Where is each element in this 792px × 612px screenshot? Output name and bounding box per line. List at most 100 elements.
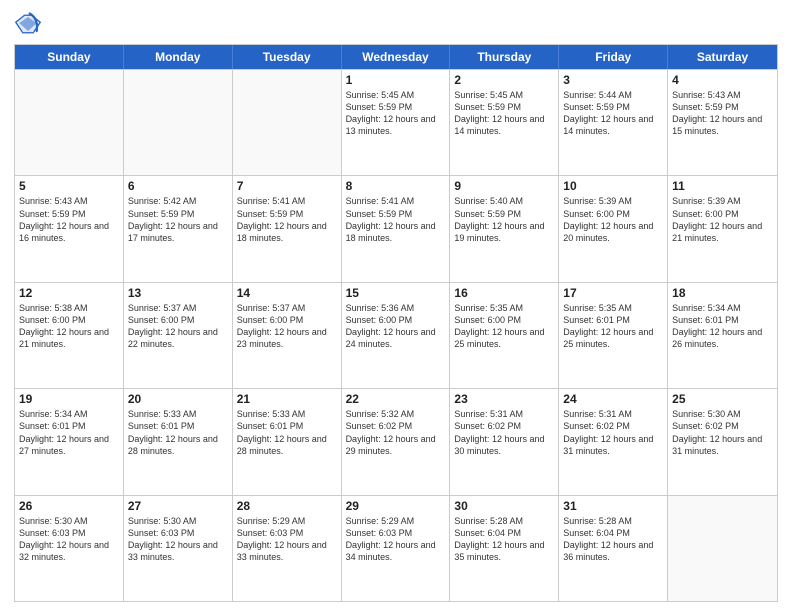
day-number: 16 (454, 286, 554, 300)
cell-info: Sunrise: 5:29 AMSunset: 6:03 PMDaylight:… (346, 515, 446, 564)
day-cell-11: 11Sunrise: 5:39 AMSunset: 6:00 PMDayligh… (668, 176, 777, 281)
day-cell-4: 4 Sunrise: 5:43 AMSunset: 5:59 PMDaylight… (668, 70, 777, 175)
day-cell-3: 3 Sunrise: 5:44 AMSunset: 5:59 PMDaylight… (559, 70, 668, 175)
day-header-wednesday: Wednesday (342, 45, 451, 69)
day-number: 11 (672, 179, 773, 193)
day-cell-25: 25 Sunrise: 5:30 AMSunset: 6:02 PMDayligh… (668, 389, 777, 494)
day-number: 28 (237, 499, 337, 513)
logo-icon (14, 10, 42, 38)
cell-info: Sunrise: 5:32 AMSunset: 6:02 PMDaylight:… (346, 408, 446, 457)
day-number: 1 (346, 73, 446, 87)
day-cell-10: 10 Sunrise: 5:39 AMSunset: 6:00 PMDayligh… (559, 176, 668, 281)
calendar: SundayMondayTuesdayWednesdayThursdayFrid… (14, 44, 778, 602)
day-cell-31: 31 Sunrise: 5:28 AMSunset: 6:04 PMDayligh… (559, 496, 668, 601)
calendar-week-2: 5Sunrise: 5:43 AMSunset: 5:59 PMDaylight… (15, 175, 777, 281)
cell-info: Sunrise: 5:34 AMSunset: 6:01 PMDaylight:… (19, 408, 119, 457)
day-number: 31 (563, 499, 663, 513)
day-cell-19: 19 Sunrise: 5:34 AMSunset: 6:01 PMDayligh… (15, 389, 124, 494)
day-cell-16: 16 Sunrise: 5:35 AMSunset: 6:00 PMDayligh… (450, 283, 559, 388)
day-number: 15 (346, 286, 446, 300)
day-number: 9 (454, 179, 554, 193)
day-cell-8: 8Sunrise: 5:41 AMSunset: 5:59 PMDaylight… (342, 176, 451, 281)
cell-info: Sunrise: 5:43 AMSunset: 5:59 PMDaylight:… (19, 195, 119, 244)
day-number: 29 (346, 499, 446, 513)
calendar-week-3: 12 Sunrise: 5:38 AMSunset: 6:00 PMDayligh… (15, 282, 777, 388)
day-number: 10 (563, 179, 663, 193)
cell-info: Sunrise: 5:35 AMSunset: 6:00 PMDaylight:… (454, 302, 554, 351)
cell-info: Sunrise: 5:35 AMSunset: 6:01 PMDaylight:… (563, 302, 663, 351)
calendar-body: 1 Sunrise: 5:45 AMSunset: 5:59 PMDaylight… (15, 69, 777, 601)
cell-info: Sunrise: 5:43 AMSunset: 5:59 PMDaylight:… (672, 89, 773, 138)
day-number: 18 (672, 286, 773, 300)
day-header-monday: Monday (124, 45, 233, 69)
day-number: 17 (563, 286, 663, 300)
day-number: 3 (563, 73, 663, 87)
day-header-sunday: Sunday (15, 45, 124, 69)
day-cell-26: 26 Sunrise: 5:30 AMSunset: 6:03 PMDayligh… (15, 496, 124, 601)
day-cell-28: 28Sunrise: 5:29 AMSunset: 6:03 PMDayligh… (233, 496, 342, 601)
day-number: 23 (454, 392, 554, 406)
day-cell-2: 2 Sunrise: 5:45 AMSunset: 5:59 PMDaylight… (450, 70, 559, 175)
day-number: 7 (237, 179, 337, 193)
day-number: 6 (128, 179, 228, 193)
day-number: 8 (346, 179, 446, 193)
day-number: 27 (128, 499, 228, 513)
cell-info: Sunrise: 5:37 AMSunset: 6:00 PMDaylight:… (237, 302, 337, 351)
day-header-saturday: Saturday (668, 45, 777, 69)
cell-info: Sunrise: 5:33 AMSunset: 6:01 PMDaylight:… (237, 408, 337, 457)
day-cell-14: 14Sunrise: 5:37 AMSunset: 6:00 PMDayligh… (233, 283, 342, 388)
cell-info: Sunrise: 5:34 AMSunset: 6:01 PMDaylight:… (672, 302, 773, 351)
empty-cell (15, 70, 124, 175)
cell-info: Sunrise: 5:39 AMSunset: 6:00 PMDaylight:… (563, 195, 663, 244)
day-number: 21 (237, 392, 337, 406)
day-cell-29: 29 Sunrise: 5:29 AMSunset: 6:03 PMDayligh… (342, 496, 451, 601)
cell-info: Sunrise: 5:38 AMSunset: 6:00 PMDaylight:… (19, 302, 119, 351)
cell-info: Sunrise: 5:30 AMSunset: 6:03 PMDaylight:… (19, 515, 119, 564)
day-cell-18: 18 Sunrise: 5:34 AMSunset: 6:01 PMDayligh… (668, 283, 777, 388)
day-number: 19 (19, 392, 119, 406)
day-number: 24 (563, 392, 663, 406)
day-cell-23: 23 Sunrise: 5:31 AMSunset: 6:02 PMDayligh… (450, 389, 559, 494)
day-number: 25 (672, 392, 773, 406)
day-number: 2 (454, 73, 554, 87)
day-cell-13: 13Sunrise: 5:37 AMSunset: 6:00 PMDayligh… (124, 283, 233, 388)
cell-info: Sunrise: 5:36 AMSunset: 6:00 PMDaylight:… (346, 302, 446, 351)
cell-info: Sunrise: 5:40 AMSunset: 5:59 PMDaylight:… (454, 195, 554, 244)
cell-info: Sunrise: 5:31 AMSunset: 6:02 PMDaylight:… (454, 408, 554, 457)
day-number: 30 (454, 499, 554, 513)
day-cell-12: 12 Sunrise: 5:38 AMSunset: 6:00 PMDayligh… (15, 283, 124, 388)
cell-info: Sunrise: 5:31 AMSunset: 6:02 PMDaylight:… (563, 408, 663, 457)
cell-info: Sunrise: 5:44 AMSunset: 5:59 PMDaylight:… (563, 89, 663, 138)
day-cell-24: 24 Sunrise: 5:31 AMSunset: 6:02 PMDayligh… (559, 389, 668, 494)
cell-info: Sunrise: 5:30 AMSunset: 6:02 PMDaylight:… (672, 408, 773, 457)
day-number: 20 (128, 392, 228, 406)
day-header-thursday: Thursday (450, 45, 559, 69)
empty-cell (668, 496, 777, 601)
cell-info: Sunrise: 5:42 AMSunset: 5:59 PMDaylight:… (128, 195, 228, 244)
calendar-header: SundayMondayTuesdayWednesdayThursdayFrid… (15, 45, 777, 69)
cell-info: Sunrise: 5:28 AMSunset: 6:04 PMDaylight:… (563, 515, 663, 564)
cell-info: Sunrise: 5:37 AMSunset: 6:00 PMDaylight:… (128, 302, 228, 351)
day-header-friday: Friday (559, 45, 668, 69)
cell-info: Sunrise: 5:41 AMSunset: 5:59 PMDaylight:… (237, 195, 337, 244)
day-cell-20: 20Sunrise: 5:33 AMSunset: 6:01 PMDayligh… (124, 389, 233, 494)
day-number: 4 (672, 73, 773, 87)
cell-info: Sunrise: 5:45 AMSunset: 5:59 PMDaylight:… (454, 89, 554, 138)
day-cell-27: 27 Sunrise: 5:30 AMSunset: 6:03 PMDayligh… (124, 496, 233, 601)
day-cell-17: 17 Sunrise: 5:35 AMSunset: 6:01 PMDayligh… (559, 283, 668, 388)
day-cell-1: 1Sunrise: 5:45 AMSunset: 5:59 PMDaylight… (342, 70, 451, 175)
day-header-tuesday: Tuesday (233, 45, 342, 69)
cell-info: Sunrise: 5:30 AMSunset: 6:03 PMDaylight:… (128, 515, 228, 564)
day-number: 26 (19, 499, 119, 513)
day-number: 22 (346, 392, 446, 406)
day-number: 12 (19, 286, 119, 300)
day-cell-7: 7 Sunrise: 5:41 AMSunset: 5:59 PMDaylight… (233, 176, 342, 281)
day-cell-22: 22 Sunrise: 5:32 AMSunset: 6:02 PMDayligh… (342, 389, 451, 494)
day-cell-30: 30 Sunrise: 5:28 AMSunset: 6:04 PMDayligh… (450, 496, 559, 601)
day-cell-21: 21 Sunrise: 5:33 AMSunset: 6:01 PMDayligh… (233, 389, 342, 494)
cell-info: Sunrise: 5:28 AMSunset: 6:04 PMDaylight:… (454, 515, 554, 564)
day-cell-9: 9 Sunrise: 5:40 AMSunset: 5:59 PMDaylight… (450, 176, 559, 281)
day-cell-15: 15 Sunrise: 5:36 AMSunset: 6:00 PMDayligh… (342, 283, 451, 388)
logo (14, 10, 46, 38)
empty-cell (124, 70, 233, 175)
